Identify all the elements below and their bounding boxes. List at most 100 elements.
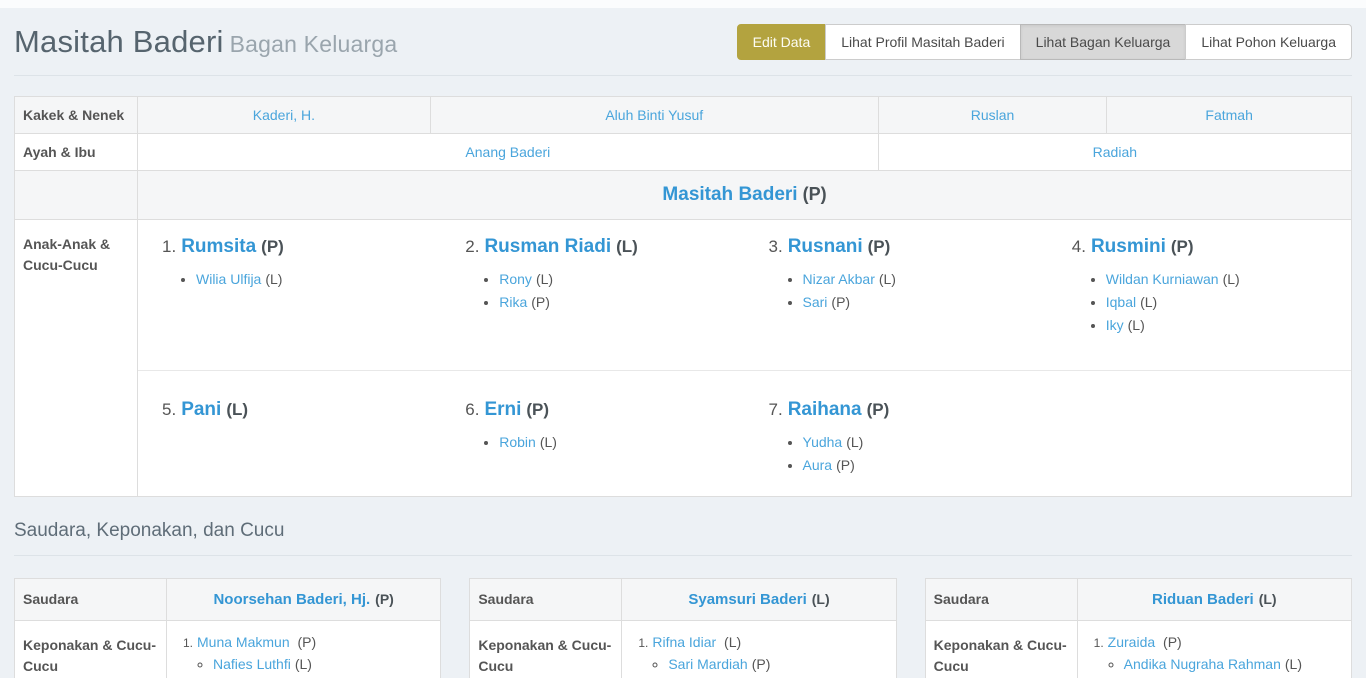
gender-label: (L) [1223, 271, 1240, 287]
child-number: 2. [465, 237, 479, 256]
grandchildren-list: Robin(L) [481, 434, 726, 450]
row-label-sibling: Saudara [15, 579, 167, 621]
person-row: Masitah Baderi(P) [15, 171, 1352, 220]
grandchild-name-link[interactable]: Nizar Akbar [803, 271, 875, 287]
gender-label: (P) [752, 656, 771, 672]
nephew-name-link[interactable]: Rifna Idiar [652, 634, 716, 650]
child-heading: 6.Erni(P) [465, 399, 726, 421]
grandchild-name-link[interactable]: Wilia Ulfija [196, 271, 261, 287]
row-label-sibling: Saudara [925, 579, 1077, 621]
children-row-group: Anak-Anak & Cucu-Cucu 1.Rumsita(P)Wilia … [15, 220, 1352, 497]
gender-label: (L) [616, 237, 638, 256]
child-name-link[interactable]: Rumsita [181, 236, 256, 257]
grandchild-name-link[interactable]: Aura [803, 457, 833, 473]
row-label-sibling: Saudara [470, 579, 622, 621]
sibling-name-cell: Noorsehan Baderi, Hj. (P) [167, 579, 441, 621]
child-heading: 3.Rusnani(P) [769, 236, 1030, 258]
gender-label: (P) [375, 591, 394, 607]
edit-data-button[interactable]: Edit Data [737, 24, 827, 60]
nephew-child-item: Andika Nugraha Rahman(L) [1124, 656, 1343, 672]
child-entry: 2. Rusman Riadi (L) Rony(L)Rika(P) [441, 220, 744, 370]
nephew-child-name-link[interactable]: Sari Mardiah [668, 656, 747, 672]
child-name-link[interactable]: Erni [484, 399, 521, 420]
grandchild-name-link[interactable]: Yudha [803, 434, 843, 450]
child-number: 1. [162, 237, 176, 256]
grandparent-cell: Kaderi, H. [138, 97, 431, 134]
gender-label: (P) [526, 400, 549, 419]
grandchild-name-link[interactable]: Robin [499, 434, 536, 450]
gender-label: (P) [831, 294, 850, 310]
child-heading: 7.Raihana(P) [769, 399, 1030, 421]
nephew-children-list: Nafies Luthfi(L) [197, 656, 432, 672]
child-name-link[interactable]: Rusnani [788, 236, 863, 257]
person-cell: Masitah Baderi(P) [138, 171, 1352, 220]
grandchild-name-link[interactable]: Sari [803, 294, 828, 310]
gender-label: (L) [720, 634, 741, 650]
child-name-link[interactable]: Rusman Riadi [484, 236, 611, 257]
children-row: 5.Pani(L)6.Erni(P)Robin(L)7.Raihana(P)Yu… [138, 370, 1351, 496]
grandparent-link[interactable]: Fatmah [1205, 107, 1252, 123]
row-label-nephews: Keponakan & Cucu-Cucu [15, 621, 167, 678]
grandchildren-list: Nizar Akbar(L) Sari(P) [785, 271, 1030, 310]
nephew-name-link[interactable]: Muna Makmun [197, 634, 290, 650]
grandparent-link[interactable]: Ruslan [971, 107, 1015, 123]
child-entry: 4.Rusmini(P)Wildan Kurniawan(L)Iqbal(L)I… [1048, 220, 1351, 370]
view-family-chart-button[interactable]: Lihat Bagan Keluarga [1020, 24, 1187, 60]
gender-label: (L) [1140, 294, 1157, 310]
row-label-grandparents: Kakek & Nenek [15, 97, 138, 134]
nephews-row: Keponakan & Cucu-Cucu 1.Zuraida (P)Andika… [925, 621, 1351, 678]
child-heading: 4.Rusmini(P) [1072, 236, 1333, 258]
nephew-child-name-link[interactable]: Andika Nugraha Rahman [1124, 656, 1281, 672]
grandchildren-list: Rony(L)Rika(P) [481, 271, 726, 310]
child-number: 7. [769, 400, 783, 419]
grandchild-item: Iqbal(L) [1106, 294, 1333, 310]
child-name-link[interactable]: Raihana [788, 399, 862, 420]
children-row: 1.Rumsita(P)Wilia Ulfija(L)2.Rusman Riad… [138, 220, 1351, 370]
view-family-tree-button[interactable]: Lihat Pohon Keluarga [1185, 24, 1352, 60]
gender-label: (L) [879, 271, 896, 287]
grandchild-name-link[interactable]: Rika [499, 294, 527, 310]
sibling-name-link[interactable]: Syamsuri Baderi [688, 591, 806, 608]
family-chart-table: Kakek & Nenek Kaderi, H. Aluh Binti Yusu… [14, 96, 1352, 497]
view-profile-button[interactable]: Lihat Profil Masitah Baderi [825, 24, 1020, 60]
nephew-child-name-link[interactable]: Nafies Luthfi [213, 656, 291, 672]
nephew-name-link[interactable]: Zuraida [1108, 634, 1155, 650]
grandchild-item: Nizar Akbar(L) [803, 271, 1030, 287]
grandparent-link[interactable]: Kaderi, H. [253, 107, 315, 123]
sibling-table: Saudara Noorsehan Baderi, Hj. (P) Keponakan… [14, 578, 441, 678]
grandchild-name-link[interactable]: Iky [1106, 317, 1124, 333]
child-name-link[interactable]: Rusmini [1091, 236, 1166, 257]
sibling-row: SaudaraRiduan Baderi(L) [925, 579, 1351, 621]
gender-label: (L) [226, 400, 248, 419]
row-label-children: Anak-Anak & Cucu-Cucu [15, 220, 138, 497]
child-entry: 6.Erni(P)Robin(L) [441, 371, 744, 496]
grandchild-name-link[interactable]: Rony [499, 271, 532, 287]
gender-label: (P) [868, 237, 891, 256]
row-label-parents: Ayah & Ibu [15, 134, 138, 171]
sibling-name-cell: Riduan Baderi(L) [1077, 579, 1351, 621]
gender-label: (P) [294, 634, 317, 650]
gender-label: (L) [1285, 656, 1302, 672]
nephew-heading: 1.Muna Makmun (P) [183, 634, 432, 650]
child-entry: 7.Raihana(P)Yudha(L)Aura(P) [745, 371, 1048, 496]
sibling-name-link[interactable]: Noorsehan Baderi, Hj. [213, 591, 370, 608]
child-number: 4. [1072, 237, 1086, 256]
mother-link[interactable]: Radiah [1093, 144, 1137, 160]
nephews-cell: 1.Zuraida (P)Andika Nugraha Rahman(L) [1077, 621, 1351, 678]
nephew-entry: 1.Zuraida (P)Andika Nugraha Rahman(L) [1094, 634, 1343, 672]
row-label-nephews: Keponakan & Cucu-Cucu [925, 621, 1077, 678]
grandchildren-list: Yudha(L)Aura(P) [785, 434, 1030, 473]
gender-label: (L) [1128, 317, 1145, 333]
gender-label: (L) [812, 591, 830, 607]
gender-label: (P) [261, 237, 284, 256]
child-name-link[interactable]: Pani [181, 399, 221, 420]
grandchild-item: Sari(P) [803, 294, 1030, 310]
grandchild-name-link[interactable]: Wildan Kurniawan [1106, 271, 1219, 287]
grandchild-name-link[interactable]: Iqbal [1106, 294, 1136, 310]
person-name-link[interactable]: Masitah Baderi [662, 184, 797, 205]
child-entry: 5.Pani(L) [138, 371, 441, 496]
grandparent-link[interactable]: Aluh Binti Yusuf [605, 107, 703, 123]
sibling-name-link[interactable]: Riduan Baderi [1152, 591, 1254, 608]
sibling-table: SaudaraSyamsuri Baderi(L)Keponakan & Cuc… [469, 578, 896, 678]
father-link[interactable]: Anang Baderi [465, 144, 550, 160]
